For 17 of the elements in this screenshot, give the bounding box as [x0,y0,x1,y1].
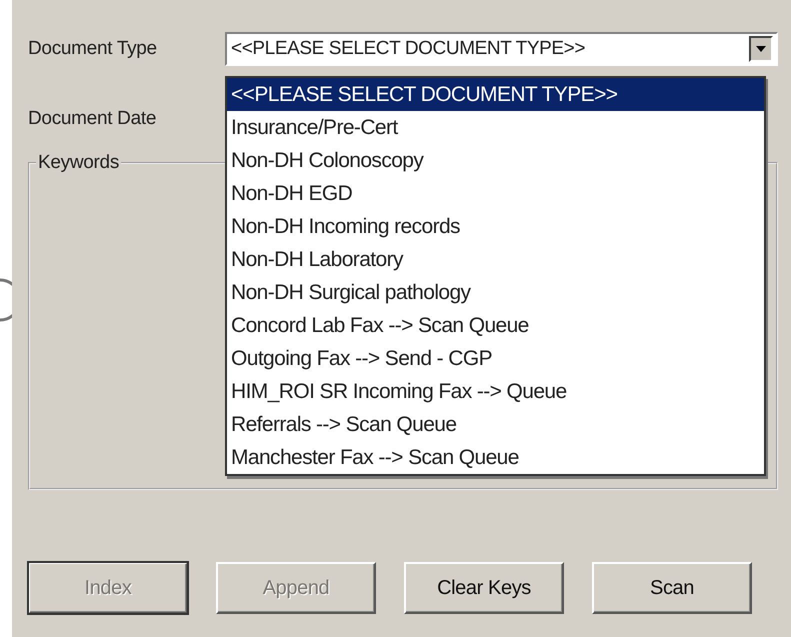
dropdown-option[interactable]: Referrals --> Scan Queue [227,408,764,441]
dropdown-option[interactable]: Outgoing Fax --> Send - CGP [227,342,764,375]
dropdown-option[interactable]: Insurance/Pre-Cert [227,111,764,144]
dropdown-option[interactable]: Non-DH Incoming records [227,210,764,243]
dropdown-option[interactable]: Manchester Fax --> Scan Queue [227,441,764,474]
dropdown-option[interactable]: Non-DH EGD [227,177,764,210]
action-button[interactable]: Clear Keys [404,562,564,614]
dropdown-option[interactable]: Non-DH Surgical pathology [227,276,764,309]
dropdown-option[interactable]: Concord Lab Fax --> Scan Queue [227,309,764,342]
dropdown-option[interactable]: HIM_ROI SR Incoming Fax --> Queue [227,375,764,408]
document-type-dropdown[interactable]: <<PLEASE SELECT DOCUMENT TYPE>> [225,32,778,66]
dropdown-option[interactable]: Non-DH Laboratory [227,243,764,276]
circle-edge-icon [0,278,12,322]
action-button[interactable]: Scan [592,562,752,614]
field-label: Document Type [28,38,158,60]
field-label: Document Date [28,108,158,130]
dropdown-option[interactable]: <<PLEASE SELECT DOCUMENT TYPE>> [227,78,764,111]
